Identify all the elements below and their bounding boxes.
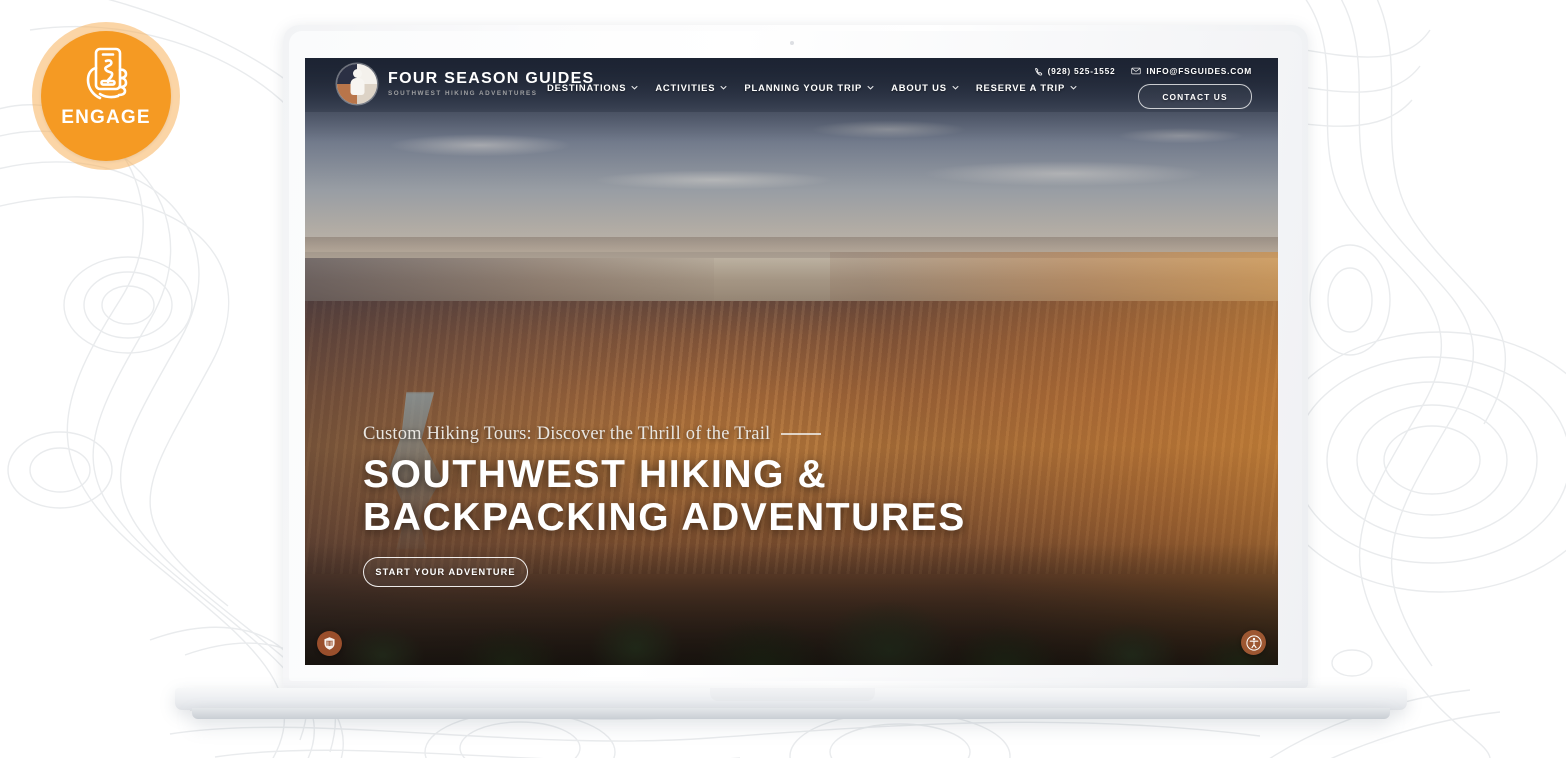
website-viewport: FOUR SEASON GUIDES SOUTHWEST HIKING ADVE… [305, 58, 1278, 665]
badge-disc: ENGAGE [41, 31, 171, 161]
envelope-icon [1131, 67, 1142, 75]
site-header: FOUR SEASON GUIDES SOUTHWEST HIKING ADVE… [305, 58, 1278, 112]
header-contact-block: (928) 525-1552 INFO@FSGUIDES.COM CONTACT… [1034, 66, 1252, 109]
nav-item-activities[interactable]: ACTIVITIES [655, 82, 727, 93]
nav-label: DESTINATIONS [547, 82, 627, 93]
phone-number: (928) 525-1552 [1047, 66, 1116, 76]
start-your-adventure-button[interactable]: START YOUR ADVENTURE [363, 557, 528, 587]
shield-glyph [324, 637, 335, 650]
laptop-screen: FOUR SEASON GUIDES SOUTHWEST HIKING ADVE… [305, 58, 1278, 665]
main-navigation: DESTINATIONS ACTIVITIES PLANNING YOUR TR… [547, 82, 1077, 93]
contact-us-button[interactable]: CONTACT US [1138, 84, 1252, 109]
hero-headline-line1: SOUTHWEST HIKING & [363, 452, 828, 496]
chevron-down-icon [720, 85, 727, 90]
laptop-foot [192, 708, 1390, 719]
accessibility-person-glyph [1245, 634, 1262, 651]
laptop-base-notch [710, 688, 875, 701]
accessibility-icon[interactable] [1241, 630, 1266, 655]
hero-eyebrow: Custom Hiking Tours: Discover the Thrill… [363, 423, 771, 444]
nav-label: ABOUT US [891, 82, 947, 93]
engage-label: ENGAGE [61, 107, 151, 128]
eyebrow-rule [781, 433, 822, 435]
email-address: INFO@FSGUIDES.COM [1146, 66, 1252, 76]
hero-copy: Custom Hiking Tours: Discover the Thrill… [363, 424, 966, 587]
hero-headline-line2: BACKPACKING ADVENTURES [363, 495, 966, 539]
hero-eyebrow-row: Custom Hiking Tours: Discover the Thrill… [363, 424, 966, 445]
email-link[interactable]: INFO@FSGUIDES.COM [1131, 66, 1252, 76]
nav-item-planning-your-trip[interactable]: PLANNING YOUR TRIP [744, 82, 874, 93]
chevron-down-icon [631, 85, 638, 90]
chevron-down-icon [867, 85, 874, 90]
phone-link[interactable]: (928) 525-1552 [1034, 66, 1116, 76]
phone-icon [1034, 67, 1042, 76]
engage-badge[interactable]: ENGAGE [32, 22, 180, 170]
nav-label: ACTIVITIES [655, 82, 716, 93]
trust-seal-badge-icon[interactable] [317, 631, 342, 656]
hiker-circle-logo-icon[interactable] [337, 64, 377, 104]
contact-line: (928) 525-1552 INFO@FSGUIDES.COM [1034, 66, 1252, 76]
webcam-dot [790, 41, 794, 45]
nav-item-destinations[interactable]: DESTINATIONS [547, 82, 638, 93]
laptop-mockup: FOUR SEASON GUIDES SOUTHWEST HIKING ADVE… [0, 0, 1566, 758]
hand-holding-phone-icon [86, 47, 128, 100]
chevron-down-icon [952, 85, 959, 90]
nav-item-about-us[interactable]: ABOUT US [891, 82, 959, 93]
nav-label: PLANNING YOUR TRIP [744, 82, 863, 93]
